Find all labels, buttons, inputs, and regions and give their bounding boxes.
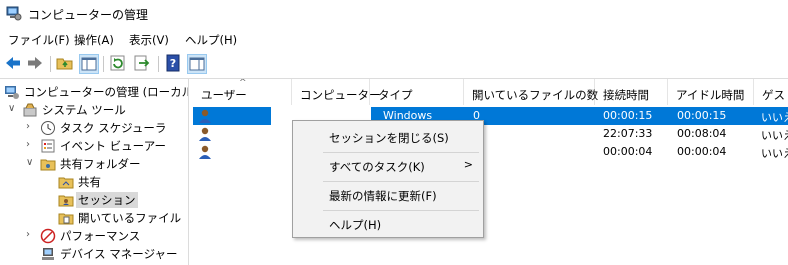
chevron-down-icon[interactable]: ∨: [8, 103, 18, 115]
toolbar: ?: [0, 50, 788, 79]
window-title: コンピューターの管理: [28, 8, 149, 22]
tree-item-label: システム ツール: [42, 103, 126, 117]
chevron-right-icon[interactable]: ›: [26, 139, 36, 151]
toolbar-separator: [50, 56, 51, 72]
tree-item-event-viewer[interactable]: › イベント ビューアー: [0, 137, 188, 155]
svg-text:?: ?: [170, 57, 176, 70]
chevron-right-icon[interactable]: ›: [26, 121, 36, 133]
table-row[interactable]: 00:00:04 00:00:04 いいえ: [193, 143, 788, 161]
tree-item-computer-management[interactable]: コンピューターの管理 (ローカル): [0, 83, 188, 101]
shares-icon: [58, 177, 74, 189]
menu-item-help[interactable]: ヘルプ(H): [293, 212, 483, 236]
table-row[interactable]: w ... Windows 0 00:00:15 00:00:15 いいえ: [193, 107, 788, 125]
menu-view[interactable]: 表示(V): [129, 32, 169, 48]
column-header-type[interactable]: タイプ: [370, 79, 464, 105]
device-manager-icon: [42, 248, 54, 260]
column-header-user[interactable]: ユーザー ^: [193, 79, 292, 105]
tree-item-label: イベント ビューアー: [60, 139, 167, 153]
cell-guest: いいえ: [761, 147, 788, 160]
refresh-icon[interactable]: [109, 54, 129, 74]
user-icon: [199, 145, 211, 159]
shared-folders-icon: [40, 159, 56, 171]
tree-item-label: タスク スケジューラ: [60, 121, 167, 135]
tree-item-label: 開いているファイル: [78, 211, 182, 225]
tree-item-label: 共有: [78, 175, 101, 189]
menu-separator: [323, 181, 479, 182]
clock-icon: [41, 121, 55, 135]
context-menu: セッションを閉じる(S) すべてのタスク(K) > 最新の情報に更新(F) ヘル…: [292, 120, 484, 238]
tree-item-open-files[interactable]: 開いているファイル: [0, 209, 188, 227]
tree-item-sessions[interactable]: セッション: [0, 191, 188, 209]
cell-connected-time: 00:00:15: [603, 109, 653, 122]
event-viewer-icon: [41, 139, 55, 153]
cell-idle-time: 00:00:04: [677, 145, 727, 158]
tree-item-device-manager[interactable]: デバイス マネージャー: [0, 245, 188, 263]
performance-icon: [40, 228, 56, 244]
tree-item-shared-folders[interactable]: ∨ 共有フォルダー: [0, 155, 188, 173]
menu-bar: ファイル(F) 操作(A) 表示(V) ヘルプ(H): [0, 28, 788, 50]
menu-file[interactable]: ファイル(F): [8, 32, 70, 48]
menu-separator: [323, 210, 479, 211]
help-icon[interactable]: ?: [164, 54, 184, 74]
up-folder-icon[interactable]: [56, 54, 76, 74]
cell-guest: いいえ: [761, 129, 788, 142]
title-bar: コンピューターの管理: [0, 0, 788, 28]
sort-ascending-icon: ^: [239, 79, 247, 88]
tree-item-label: コンピューターの管理 (ローカル): [24, 85, 189, 99]
menu-item-close-session[interactable]: セッションを閉じる(S): [293, 125, 483, 149]
tree-item-label: デバイス マネージャー: [60, 247, 178, 261]
sessions-icon: [58, 195, 74, 207]
export-icon[interactable]: [133, 54, 153, 74]
show-hide-tree-icon[interactable]: [79, 54, 99, 74]
cell-idle-time: 00:00:15: [677, 109, 727, 122]
menu-separator: [323, 152, 479, 153]
properties-pane-icon[interactable]: [187, 54, 207, 74]
computer-management-icon: [6, 6, 22, 21]
menu-item-all-tasks[interactable]: すべてのタスク(K) >: [293, 154, 483, 178]
tree-item-shares[interactable]: 共有: [0, 173, 188, 191]
tree-item-label: パフォーマンス: [60, 229, 141, 243]
chevron-down-icon[interactable]: ∨: [26, 157, 36, 169]
tree-item-label: セッション: [76, 192, 138, 208]
menu-action[interactable]: 操作(A): [74, 32, 114, 48]
table-row[interactable]: 22:07:33 00:08:04 いいえ: [193, 125, 788, 143]
column-header-computer[interactable]: コンピューター: [292, 79, 381, 105]
user-icon: [199, 127, 211, 141]
column-header-open-files[interactable]: 開いているファイルの数: [464, 79, 598, 105]
open-files-icon: [58, 213, 74, 225]
chevron-right-icon[interactable]: ›: [26, 229, 36, 241]
computer-management-icon: [5, 86, 19, 99]
cell-connected-time: 00:00:04: [603, 145, 653, 158]
column-header-idle-time[interactable]: アイドル時間: [668, 79, 754, 105]
cell-guest: いいえ: [761, 111, 788, 124]
submenu-arrow-icon: >: [463, 158, 473, 171]
column-header-guest[interactable]: ゲスト: [754, 79, 788, 105]
toolbar-separator: [103, 56, 104, 72]
tools-icon: [23, 103, 37, 117]
user-icon: [199, 109, 211, 123]
column-header-connected-time[interactable]: 接続時間: [595, 79, 668, 105]
sessions-table: ユーザー ^ コンピューター タイプ 開いているファイルの数 接続時間 アイドル…: [193, 79, 788, 265]
menu-help[interactable]: ヘルプ(H): [185, 32, 237, 48]
tree-item-task-scheduler[interactable]: › タスク スケジューラ: [0, 119, 188, 137]
toolbar-separator: [158, 56, 159, 72]
tree-item-system-tools[interactable]: ∨ システム ツール: [0, 101, 188, 119]
navigation-tree: コンピューターの管理 (ローカル) ∨ システム ツール › タスク スケジュー…: [0, 79, 189, 265]
menu-item-refresh[interactable]: 最新の情報に更新(F): [293, 183, 483, 207]
cell-idle-time: 00:08:04: [677, 127, 727, 140]
forward-icon[interactable]: [26, 54, 46, 74]
cell-connected-time: 22:07:33: [603, 127, 653, 140]
back-icon[interactable]: [4, 54, 24, 74]
tree-item-performance[interactable]: › パフォーマンス: [0, 227, 188, 245]
tree-item-label: 共有フォルダー: [60, 157, 141, 171]
